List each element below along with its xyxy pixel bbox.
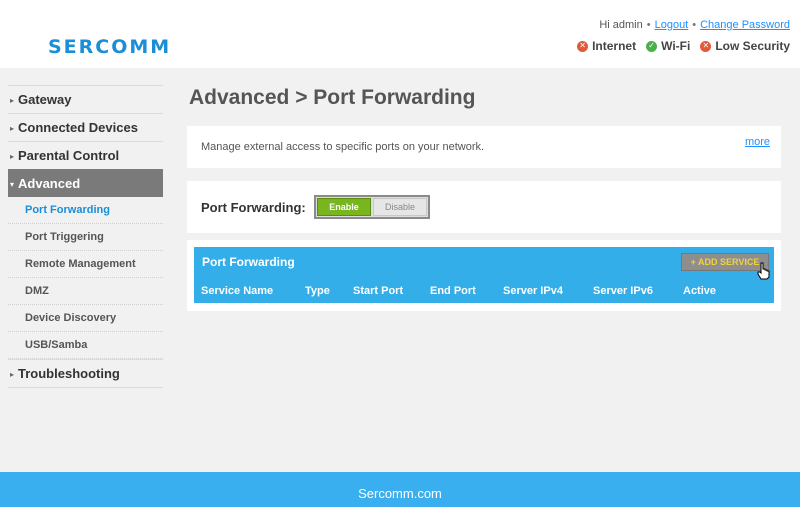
hand-cursor-icon	[757, 262, 770, 280]
caret-right-icon: ▸	[10, 370, 15, 379]
port-forwarding-table-card: Port Forwarding + ADD SERVICE Service Na…	[187, 240, 781, 311]
separator-dot: •	[692, 19, 697, 31]
enable-button[interactable]: Enable	[317, 198, 371, 216]
column-header-end-port[interactable]: End Port	[430, 285, 476, 297]
error-x-icon: ✕	[577, 40, 589, 52]
status-indicators: ✕ Internet ✓ Wi-Fi ✕ Low Security	[577, 39, 790, 53]
status-wifi-label: Wi-Fi	[661, 39, 691, 53]
more-link[interactable]: more	[745, 136, 770, 148]
greeting-text: Hi admin	[599, 19, 643, 31]
caret-right-icon: ▸	[10, 96, 15, 105]
sidebar-item-label: Parental Control	[18, 148, 120, 163]
sidebar-item-parental-control[interactable]: ▸ Parental Control	[8, 141, 163, 169]
sidebar-item-advanced[interactable]: ▾ Advanced	[8, 169, 163, 197]
status-internet[interactable]: ✕ Internet	[577, 39, 636, 53]
sidebar-subitem-device-discovery[interactable]: Device Discovery	[8, 305, 163, 332]
disable-button[interactable]: Disable	[373, 198, 427, 216]
column-header-server-ipv4[interactable]: Server IPv4	[503, 285, 563, 297]
sidebar-subitem-port-triggering[interactable]: Port Triggering	[8, 224, 163, 251]
logout-link[interactable]: Logout	[655, 19, 689, 31]
sidebar-subitem-port-forwarding[interactable]: Port Forwarding	[8, 197, 163, 224]
footer: Sercomm.com	[0, 472, 800, 507]
column-header-active[interactable]: Active	[683, 285, 716, 297]
sidebar-item-label: Troubleshooting	[18, 366, 120, 381]
status-security-label: Low Security	[715, 39, 790, 53]
footer-link[interactable]: Sercomm.com	[358, 486, 442, 501]
sidebar-subitem-usb-samba[interactable]: USB/Samba	[8, 332, 163, 359]
account-links: Hi admin • Logout • Change Password	[599, 19, 790, 31]
sidebar-subitem-dmz[interactable]: DMZ	[8, 278, 163, 305]
description-text: Manage external access to specific ports…	[201, 141, 485, 153]
caret-down-icon: ▾	[10, 180, 15, 189]
change-password-link[interactable]: Change Password	[700, 19, 790, 31]
status-internet-label: Internet	[592, 39, 637, 53]
sidebar-item-gateway[interactable]: ▸ Gateway	[8, 85, 163, 113]
separator-dot: •	[646, 19, 651, 31]
error-x-icon: ✕	[700, 40, 712, 52]
sercomm-logo[interactable]: SERCOMM	[48, 36, 171, 58]
status-wifi[interactable]: ✓ Wi-Fi	[646, 39, 690, 53]
sidebar-item-label: Advanced	[18, 176, 81, 191]
sidebar-item-label: Gateway	[18, 92, 72, 107]
column-header-service-name[interactable]: Service Name	[201, 285, 273, 297]
sidebar-item-troubleshooting[interactable]: ▸ Troubleshooting	[8, 359, 163, 387]
port-forwarding-toggle-card: Port Forwarding: Enable Disable	[187, 181, 781, 233]
header: SERCOMM Hi admin • Logout • Change Password …	[0, 0, 800, 68]
sidebar-item-connected-devices[interactable]: ▸ Connected Devices	[8, 113, 163, 141]
caret-right-icon: ▸	[10, 152, 15, 161]
port-forwarding-table-header: Port Forwarding + ADD SERVICE Service Na…	[194, 247, 774, 303]
port-forwarding-toggle-label: Port Forwarding:	[201, 200, 306, 215]
sidebar-item-label: Connected Devices	[18, 120, 138, 135]
check-icon: ✓	[646, 40, 658, 52]
caret-right-icon: ▸	[10, 124, 15, 133]
sidebar-nav: ▸ Gateway ▸ Connected Devices ▸ Parental Co…	[8, 85, 163, 388]
status-security[interactable]: ✕ Low Security	[700, 39, 790, 53]
page-title: Advanced > Port Forwarding	[189, 86, 476, 109]
table-title: Port Forwarding	[202, 255, 295, 269]
enable-disable-toggle[interactable]: Enable Disable	[314, 195, 430, 219]
column-header-start-port[interactable]: Start Port	[353, 285, 403, 297]
column-header-type[interactable]: Type	[305, 285, 330, 297]
description-card: Manage external access to specific ports…	[187, 126, 781, 168]
sidebar-subitem-remote-management[interactable]: Remote Management	[8, 251, 163, 278]
column-header-server-ipv6[interactable]: Server IPv6	[593, 285, 653, 297]
